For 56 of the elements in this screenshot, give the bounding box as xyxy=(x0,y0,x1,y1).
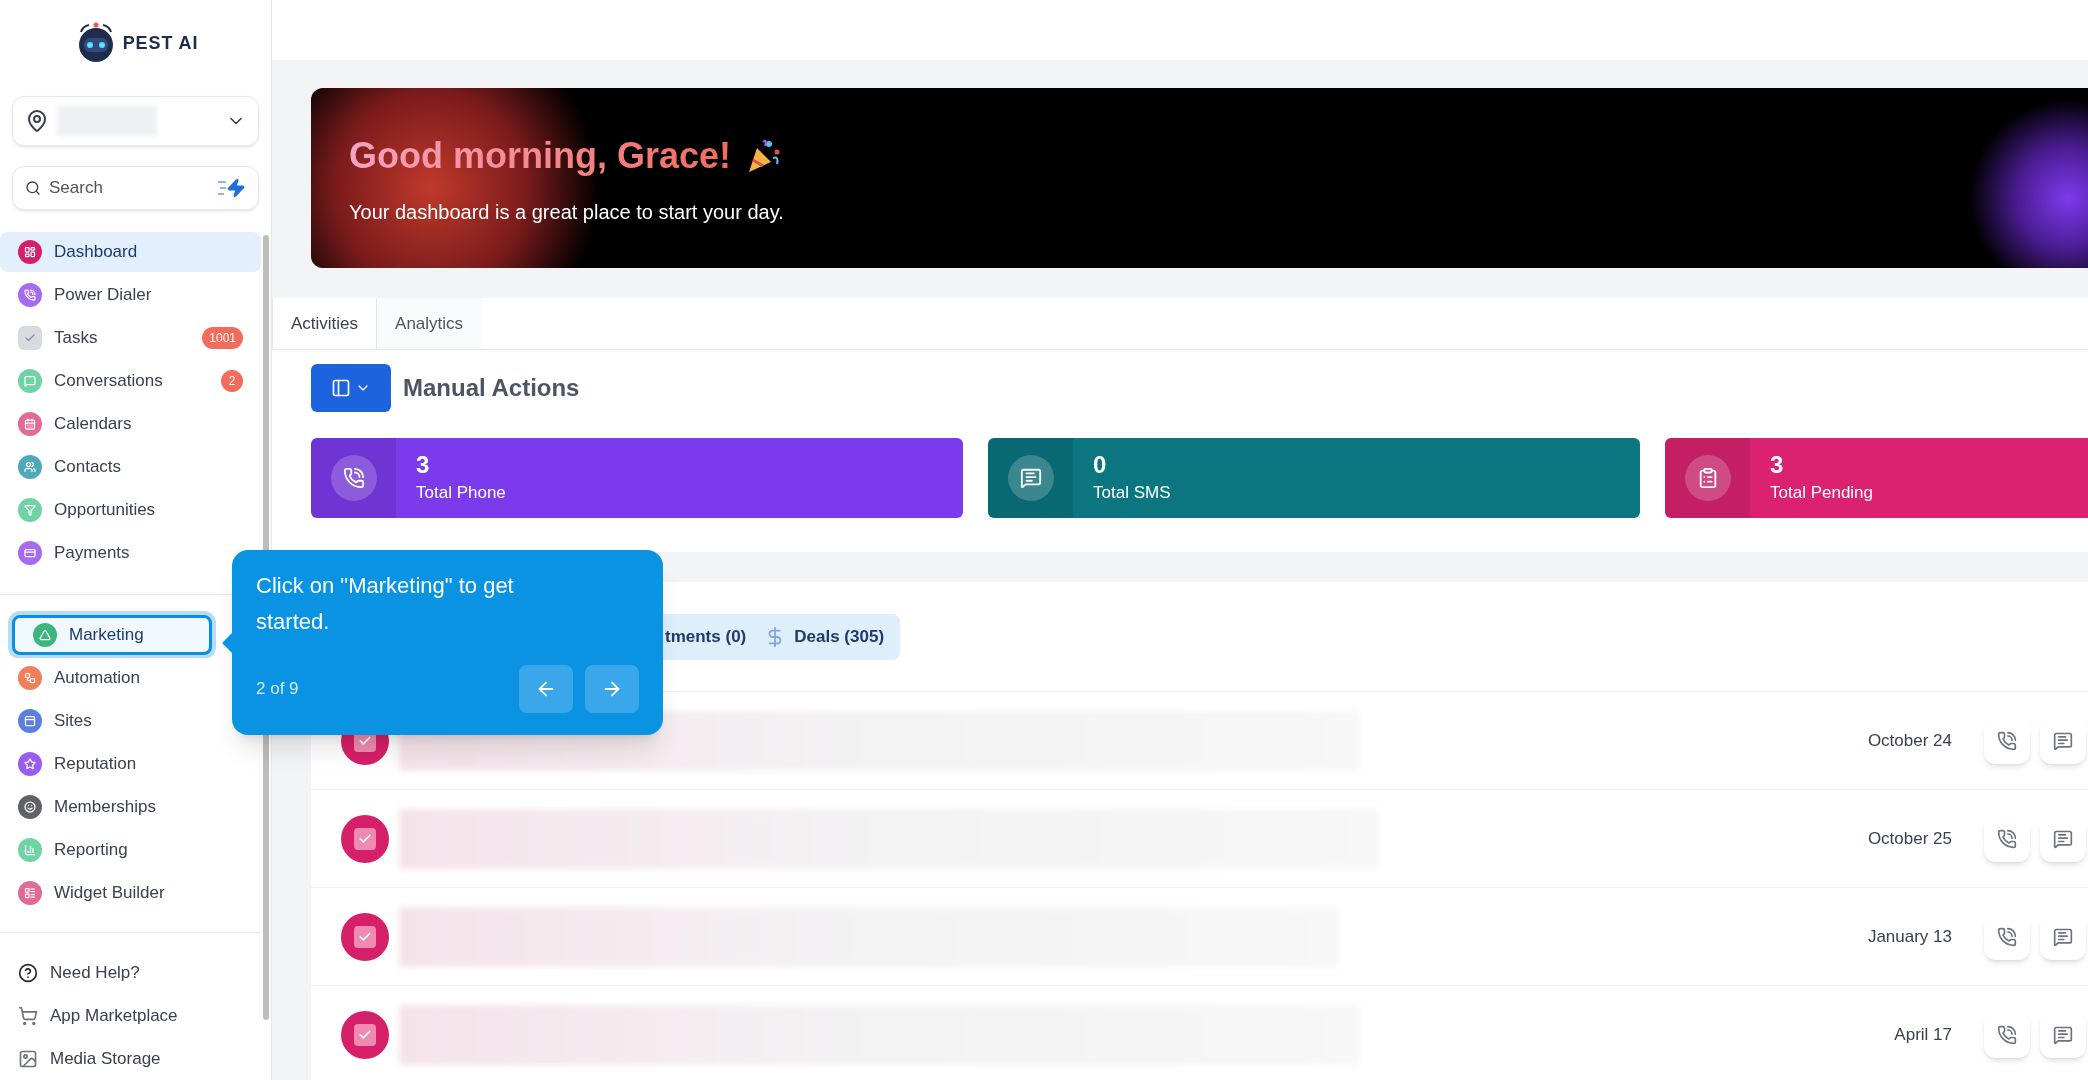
filter-tab[interactable]: tments (0) xyxy=(665,623,747,650)
sidebar-item[interactable]: Media Storage xyxy=(0,1037,261,1080)
stat-value: 3 xyxy=(416,450,431,481)
filter-tab[interactable]: Deals (305) xyxy=(764,623,885,650)
chat-icon xyxy=(1007,455,1054,501)
stat-value: 0 xyxy=(1093,450,1108,481)
call-button[interactable] xyxy=(1984,717,2030,764)
image-icon xyxy=(18,1048,38,1069)
banner-subtitle: Your dashboard is a great place to start your day. xyxy=(349,200,785,225)
message-button[interactable] xyxy=(2040,815,2086,862)
layout-dropdown-button[interactable] xyxy=(311,364,391,412)
chat-icon xyxy=(2053,730,2073,751)
stat-label: Total SMS xyxy=(1093,482,1171,505)
chat-icon xyxy=(2053,1024,2073,1045)
task-date: January 13 xyxy=(1867,925,1952,948)
call-button[interactable] xyxy=(1984,1011,2030,1058)
layout-icon xyxy=(331,378,351,398)
tab[interactable]: Analytics xyxy=(377,298,482,349)
phone-icon xyxy=(1997,926,2017,947)
message-button[interactable] xyxy=(2040,913,2086,960)
task-date: April 17 xyxy=(1894,1023,1952,1046)
task-date: October 24 xyxy=(1867,729,1952,752)
completed-check-icon xyxy=(341,1010,389,1059)
cart-icon xyxy=(18,1005,38,1026)
completed-check-icon xyxy=(341,814,389,863)
help-icon xyxy=(18,962,38,983)
tab[interactable]: Activities xyxy=(272,298,378,349)
quick-action-icon[interactable] xyxy=(218,178,246,198)
location-pin-icon xyxy=(25,109,49,133)
stat-label: Total Pending xyxy=(1770,482,1874,505)
call-button[interactable] xyxy=(1984,913,2030,960)
tooltip-text: Click on "Marketing" to get started. xyxy=(256,572,515,636)
search-input[interactable]: Search xyxy=(49,175,169,201)
call-button[interactable] xyxy=(1984,815,2030,862)
stat-value: 3 xyxy=(1770,450,1785,481)
count-badge: 2 xyxy=(221,369,243,392)
chat-icon xyxy=(2053,828,2073,849)
clipboard-icon xyxy=(1684,455,1731,501)
search-field[interactable]: Search xyxy=(12,166,259,210)
brand-name: PEST AI xyxy=(122,31,199,55)
phone-icon xyxy=(1997,1024,2017,1045)
section-title: Manual Actions xyxy=(403,373,580,403)
phone-icon xyxy=(1997,730,2017,751)
sidebar-item[interactable]: Dashboard xyxy=(0,231,261,272)
message-button[interactable] xyxy=(2040,717,2086,764)
message-button[interactable] xyxy=(2040,1011,2086,1058)
count-badge: 1001 xyxy=(202,326,243,349)
completed-check-icon xyxy=(341,912,389,961)
task-date: October 25 xyxy=(1867,827,1952,850)
search-icon xyxy=(25,180,41,196)
phone-icon xyxy=(1997,828,2017,849)
stat-label: Total Phone xyxy=(416,482,506,505)
sidebar-item[interactable]: App Marketplace xyxy=(0,994,261,1037)
phone-icon xyxy=(330,455,377,501)
chat-icon xyxy=(2053,926,2073,947)
sidebar-item[interactable]: Need Help? xyxy=(0,951,261,994)
